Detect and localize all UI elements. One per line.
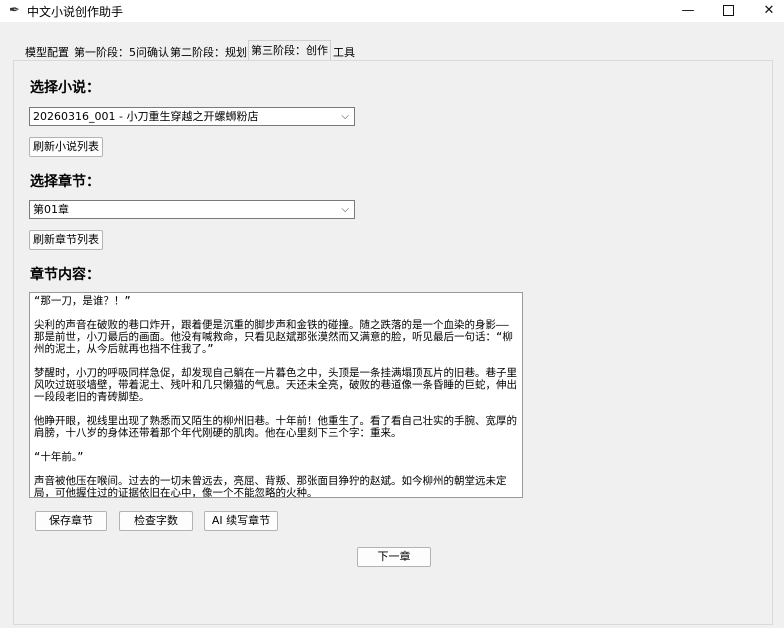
refresh-novels-button[interactable]: 刷新小说列表 [29, 137, 103, 157]
chapter-label: 选择章节： [30, 174, 100, 190]
chapter-select[interactable]: 第01章 ⌵ [29, 200, 355, 219]
window-title: 中文小说创作助手 [27, 5, 124, 19]
close-button[interactable]: ✕ [746, 0, 784, 22]
refresh-chapters-button[interactable]: 刷新章节列表 [29, 230, 103, 250]
novel-select[interactable]: 20260316_001 - 小刀重生穿越之开螺蛳粉店 ⌵ [29, 107, 355, 126]
content-paragraph: 梦醒时，小刀的呼吸同样急促，却发现自己躺在一片暮色之中，头顶是一条挂满塌顶瓦片的… [34, 367, 517, 403]
chevron-down-icon: ⌵ [341, 111, 349, 122]
title-bar: ✒ 中文小说创作助手 — ✕ [0, 0, 784, 22]
maximize-button[interactable] [705, 0, 751, 22]
next-chapter-button[interactable]: 下一章 [357, 547, 431, 567]
content-paragraph: “那一刀，是谁？！” [34, 295, 131, 307]
chapter-select-value: 第01章 [33, 203, 69, 216]
chapter-content-textarea[interactable]: “那一刀，是谁？！” 尖利的声音在破败的巷口炸开，跟着便是沉重的脚步声和金铁的碰… [29, 292, 523, 498]
feather-icon: ✒ [9, 3, 20, 18]
content-paragraph: “十年前。” [34, 451, 84, 463]
save-chapter-button[interactable]: 保存章节 [35, 511, 107, 531]
tab-stage-three[interactable]: 第三阶段：创作 [248, 40, 331, 62]
content-paragraph: 声音被他压在喉间。过去的一切未曾远去，亮屈、背叛、那张面目狰狞的赵斌。如今柳州的… [34, 475, 507, 498]
content-paragraph: 尖利的声音在破败的巷口炸开，跟着便是沉重的脚步声和金铁的碰撞。随之跌落的是一个血… [34, 319, 513, 355]
content-paragraph: 他睁开眼，视线里出现了熟悉而又陌生的柳州旧巷。十年前！他重生了。看了看自己壮实的… [34, 415, 517, 439]
maximize-icon [722, 5, 734, 16]
chevron-down-icon: ⌵ [341, 204, 349, 215]
check-word-count-button[interactable]: 检查字数 [119, 511, 193, 531]
ai-continue-button[interactable]: AI 续写章节 [204, 511, 278, 531]
novel-label: 选择小说： [30, 80, 100, 96]
novel-select-value: 20260316_001 - 小刀重生穿越之开螺蛳粉店 [33, 110, 259, 123]
content-label: 章节内容： [30, 267, 100, 283]
